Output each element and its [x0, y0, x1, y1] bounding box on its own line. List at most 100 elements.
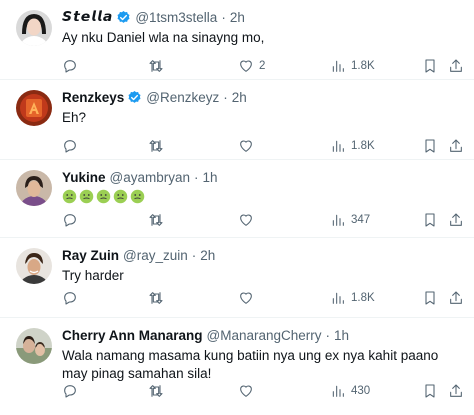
heart-icon: [240, 60, 252, 72]
views-button[interactable]: 1.8K: [330, 290, 375, 306]
bookmark-icon: [425, 59, 435, 73]
display-name[interactable]: Yukine: [62, 170, 106, 185]
retweet-button[interactable]: [148, 290, 164, 306]
views-button[interactable]: 1.8K: [330, 58, 375, 74]
view-count: 1.8K: [351, 292, 375, 304]
share-icon: [450, 59, 462, 72]
tweet-text: Eh?: [62, 110, 87, 125]
tweet-item[interactable]: Ray Zuin @ray_zuin · 2h Try harder 1.8K: [0, 238, 474, 318]
heart-icon: [240, 385, 252, 397]
bookmark-icon: [425, 384, 435, 398]
separator-dot: ·: [221, 9, 226, 25]
share-icon: [450, 139, 462, 152]
bookmark-button[interactable]: [422, 138, 438, 154]
separator-dot: ·: [223, 89, 228, 105]
tweet-text: Try harder: [62, 268, 124, 283]
view-count: 430: [351, 385, 371, 397]
view-count: 1.8K: [351, 140, 375, 152]
view-count: 347: [351, 214, 371, 226]
avatar[interactable]: [16, 170, 52, 206]
tweet-text: Wala namang masama kung batiin nya ung e…: [62, 348, 439, 381]
reply-button[interactable]: [62, 290, 78, 306]
like-button[interactable]: [238, 383, 259, 399]
like-button[interactable]: [238, 138, 259, 154]
heart-icon: [240, 214, 252, 226]
analytics-icon: [332, 385, 344, 397]
bookmark-button[interactable]: [422, 290, 438, 306]
retweet-icon: [149, 385, 163, 397]
reply-button[interactable]: [62, 138, 78, 154]
avatar[interactable]: [16, 328, 52, 364]
reply-icon: [64, 292, 76, 305]
user-handle[interactable]: @ray_zuin: [123, 248, 188, 263]
user-handle[interactable]: @ManarangCherry: [207, 328, 322, 343]
retweet-button[interactable]: [148, 58, 164, 74]
tweet-item[interactable]: Yukine @ayambryan · 1h 347: [0, 160, 474, 238]
share-button[interactable]: [448, 58, 464, 74]
nauseated-face-emoji: [62, 189, 77, 204]
reply-button[interactable]: [62, 58, 78, 74]
like-button[interactable]: [238, 290, 259, 306]
share-icon: [450, 291, 462, 304]
display-name[interactable]: Cherry Ann Manarang: [62, 328, 203, 343]
nauseated-face-emoji: [113, 189, 128, 204]
like-button[interactable]: 2: [238, 58, 265, 74]
share-button[interactable]: [448, 212, 464, 228]
emoji-row: [62, 189, 460, 204]
avatar[interactable]: [16, 90, 52, 126]
retweet-button[interactable]: [148, 383, 164, 399]
reply-icon: [64, 140, 76, 153]
reply-icon: [64, 385, 76, 398]
views-button[interactable]: 1.8K: [330, 138, 375, 154]
like-count: 2: [259, 60, 266, 72]
reply-icon: [64, 60, 76, 73]
view-count: 1.8K: [351, 60, 375, 72]
views-button[interactable]: 347: [330, 212, 370, 228]
retweet-button[interactable]: [148, 212, 164, 228]
nauseated-face-emoji: [79, 189, 94, 204]
analytics-icon: [332, 60, 344, 72]
share-button[interactable]: [448, 290, 464, 306]
timestamp[interactable]: 2h: [230, 10, 245, 25]
display-name[interactable]: 𝙎𝙩𝙚𝙡𝙡𝙖: [62, 9, 113, 26]
retweet-icon: [149, 140, 163, 152]
user-handle[interactable]: @ayambryan: [110, 170, 191, 185]
timestamp[interactable]: 2h: [200, 248, 215, 263]
avatar[interactable]: [16, 10, 52, 46]
user-handle[interactable]: @Renzkeyz: [146, 90, 219, 105]
timestamp[interactable]: 1h: [334, 328, 349, 343]
tweet-item[interactable]: 𝙎𝙩𝙚𝙡𝙡𝙖 @1tsm3stella · 2h Ay nku Daniel w…: [0, 0, 474, 80]
user-handle[interactable]: @1tsm3stella: [135, 10, 217, 25]
retweet-button[interactable]: [148, 138, 164, 154]
display-name[interactable]: Ray Zuin: [62, 248, 119, 263]
heart-icon: [240, 140, 252, 152]
verified-badge-icon: [127, 90, 142, 105]
reply-feed: 𝙎𝙩𝙚𝙡𝙡𝙖 @1tsm3stella · 2h Ay nku Daniel w…: [0, 0, 474, 415]
share-button[interactable]: [448, 383, 464, 399]
timestamp[interactable]: 1h: [203, 170, 218, 185]
bookmark-icon: [425, 139, 435, 153]
views-button[interactable]: 430: [330, 383, 370, 399]
tweet-item[interactable]: Renzkeys @Renzkeyz · 2h Eh? 1.8K: [0, 80, 474, 160]
bookmark-button[interactable]: [422, 383, 438, 399]
heart-icon: [240, 292, 252, 304]
share-button[interactable]: [448, 138, 464, 154]
avatar[interactable]: [16, 248, 52, 284]
retweet-icon: [149, 292, 163, 304]
timestamp[interactable]: 2h: [232, 90, 247, 105]
bookmark-icon: [425, 291, 435, 305]
display-name[interactable]: Renzkeys: [62, 90, 124, 105]
bookmark-button[interactable]: [422, 212, 438, 228]
reply-button[interactable]: [62, 212, 78, 228]
verified-badge-icon: [116, 10, 131, 25]
separator-dot: ·: [325, 327, 331, 343]
retweet-icon: [149, 214, 163, 226]
reply-icon: [64, 214, 76, 227]
reply-button[interactable]: [62, 383, 78, 399]
analytics-icon: [332, 140, 344, 152]
separator-dot: ·: [194, 169, 199, 185]
bookmark-button[interactable]: [422, 58, 438, 74]
tweet-item[interactable]: Cherry Ann Manarang @ManarangCherry · 1h…: [0, 318, 474, 415]
like-button[interactable]: [238, 212, 259, 228]
tweet-text: Ay nku Daniel wla na sinayng mo,: [62, 30, 265, 45]
